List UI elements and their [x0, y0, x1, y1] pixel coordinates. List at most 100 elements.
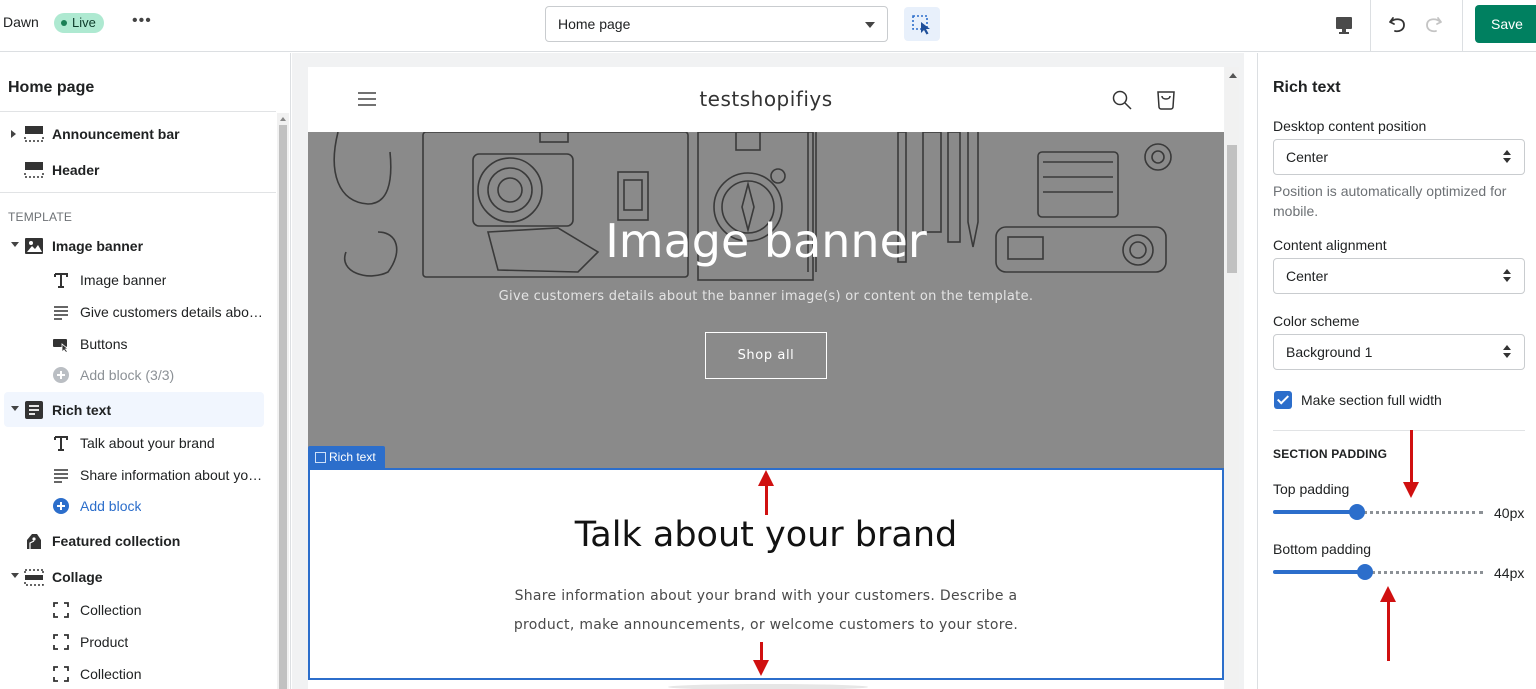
bottom-padding-slider-thumb[interactable] [1357, 564, 1373, 580]
desktop-position-label: Desktop content position [1273, 118, 1427, 134]
block-collage-product[interactable]: Product [0, 627, 276, 657]
select-value: Center [1286, 268, 1329, 284]
desktop-position-select[interactable]: Center [1273, 139, 1525, 175]
section-icon [24, 162, 44, 178]
block-rich-text-text[interactable]: Share information about your brand with … [0, 460, 276, 490]
bottom-padding-label: Bottom padding [1273, 541, 1372, 557]
sidebar-title: Home page [8, 79, 95, 96]
monitor-icon [1336, 17, 1352, 34]
alignment-select[interactable]: Center [1273, 258, 1525, 294]
alignment-label: Content alignment [1273, 237, 1387, 253]
bracket-block-icon [53, 634, 69, 650]
full-width-label[interactable]: Make section full width [1301, 392, 1442, 408]
section-icon [24, 569, 44, 586]
chevron-down-icon [865, 22, 875, 28]
section-image-banner[interactable]: Image banner [0, 230, 276, 262]
select-cursor-icon [912, 15, 930, 35]
block-collage-collection[interactable]: Collection [0, 595, 276, 625]
bracket-block-icon [53, 602, 69, 618]
section-settings-panel: Rich text Desktop content position Cente… [1257, 53, 1536, 689]
section-rich-text[interactable]: Rich text [0, 394, 276, 426]
caret-down-icon[interactable] [11, 573, 19, 578]
select-value: Center [1286, 149, 1329, 165]
undo-button[interactable] [1385, 10, 1411, 38]
block-label: Share information about your brand with … [80, 467, 264, 483]
add-block-label: Add block (3/3) [80, 367, 175, 383]
toolbar-divider [1370, 0, 1371, 52]
text-lines-icon [54, 469, 68, 483]
top-padding-label: Top padding [1273, 481, 1350, 497]
bottom-padding-slider-track[interactable] [1365, 571, 1483, 574]
next-section-edge [668, 684, 868, 689]
search-icon[interactable] [1111, 89, 1133, 111]
caret-down-icon[interactable] [11, 406, 19, 411]
full-width-checkbox[interactable] [1274, 391, 1292, 409]
top-padding-slider-thumb[interactable] [1349, 504, 1365, 520]
text-block-icon [25, 401, 43, 419]
block-label: Image banner [80, 272, 167, 288]
redo-button[interactable] [1420, 10, 1446, 38]
scroll-up-arrow-icon[interactable] [280, 117, 286, 121]
select-arrows-icon [1503, 150, 1511, 164]
bottom-padding-slider-fill[interactable] [1273, 570, 1365, 574]
cart-bag-icon[interactable] [1154, 87, 1178, 111]
section-featured-collection[interactable]: Featured collection [0, 525, 276, 557]
plus-circle-icon [53, 367, 69, 383]
block-label: Product [80, 634, 129, 650]
rich-text-heading[interactable]: Talk about your brand [310, 515, 1222, 555]
store-header[interactable]: testshopifiys [308, 67, 1224, 132]
section-header[interactable]: Header [0, 154, 276, 186]
annotation-arrow-shaft [1387, 601, 1390, 661]
section-label: Featured collection [52, 533, 181, 549]
preview-scrollbar-thumb[interactable] [1227, 145, 1237, 273]
top-padding-slider-fill[interactable] [1273, 510, 1357, 514]
save-button[interactable]: Save [1475, 5, 1536, 43]
caret-right-icon[interactable] [11, 130, 16, 138]
caret-down-icon[interactable] [11, 242, 19, 247]
block-label: Give customers details about the banner … [80, 304, 264, 320]
banner-heading[interactable]: Image banner [308, 214, 1224, 268]
color-scheme-select[interactable]: Background 1 [1273, 334, 1525, 370]
theme-name: Dawn [3, 14, 39, 30]
settings-title: Rich text [1273, 79, 1341, 96]
section-label: Collage [52, 569, 103, 585]
divider [0, 111, 276, 112]
block-label: Collection [80, 602, 142, 618]
page-selector[interactable]: Home page [545, 6, 888, 42]
section-collage[interactable]: Collage [0, 561, 276, 593]
banner-illustration [333, 132, 1172, 281]
image-banner-section[interactable]: Image banner Give customers details abou… [308, 132, 1224, 472]
selected-section-tag[interactable]: Rich text [308, 446, 385, 468]
select-value: Background 1 [1286, 344, 1373, 360]
add-block-button[interactable]: Add block [0, 491, 276, 521]
scroll-up-arrow-icon[interactable] [1229, 73, 1237, 78]
sidebar-scrollbar-thumb[interactable] [279, 125, 287, 689]
divider [1273, 430, 1525, 431]
desktop-preview-button[interactable] [1331, 12, 1357, 38]
sections-sidebar: Home page Announcement bar Header TEMPLA… [0, 53, 291, 689]
block-image-banner-buttons[interactable]: Buttons [0, 329, 276, 359]
store-logo-text[interactable]: testshopifiys [308, 87, 1224, 111]
block-image-banner-text[interactable]: Give customers details about the banner … [0, 297, 276, 327]
annotation-arrow-shaft [765, 485, 768, 515]
block-rich-text-heading[interactable]: Talk about your brand [0, 428, 276, 458]
block-image-banner-heading[interactable]: Image banner [0, 265, 276, 295]
heading-t-icon [54, 436, 68, 451]
top-padding-value: 40px [1494, 505, 1525, 521]
top-padding-slider-track[interactable] [1357, 511, 1483, 514]
shop-all-button[interactable]: Shop all [705, 332, 827, 379]
banner-text[interactable]: Give customers details about the banner … [308, 289, 1224, 304]
store-preview[interactable]: testshopifiys Image banner Give customer… [308, 67, 1224, 689]
inspector-toggle-button[interactable] [904, 7, 940, 41]
undo-icon [1389, 17, 1405, 33]
section-label: Image banner [52, 238, 144, 254]
more-actions-button[interactable]: ••• [132, 12, 152, 30]
annotation-arrow-shaft [1410, 430, 1413, 482]
block-label: Talk about your brand [80, 435, 215, 451]
annotation-arrow-down-icon [753, 660, 769, 676]
rich-text-body[interactable]: Share information about your brand with … [490, 582, 1042, 640]
select-arrows-icon [1503, 269, 1511, 283]
block-collage-collection[interactable]: Collection [0, 659, 276, 689]
section-announcement-bar[interactable]: Announcement bar [0, 118, 276, 150]
add-block-label: Add block [80, 498, 142, 514]
